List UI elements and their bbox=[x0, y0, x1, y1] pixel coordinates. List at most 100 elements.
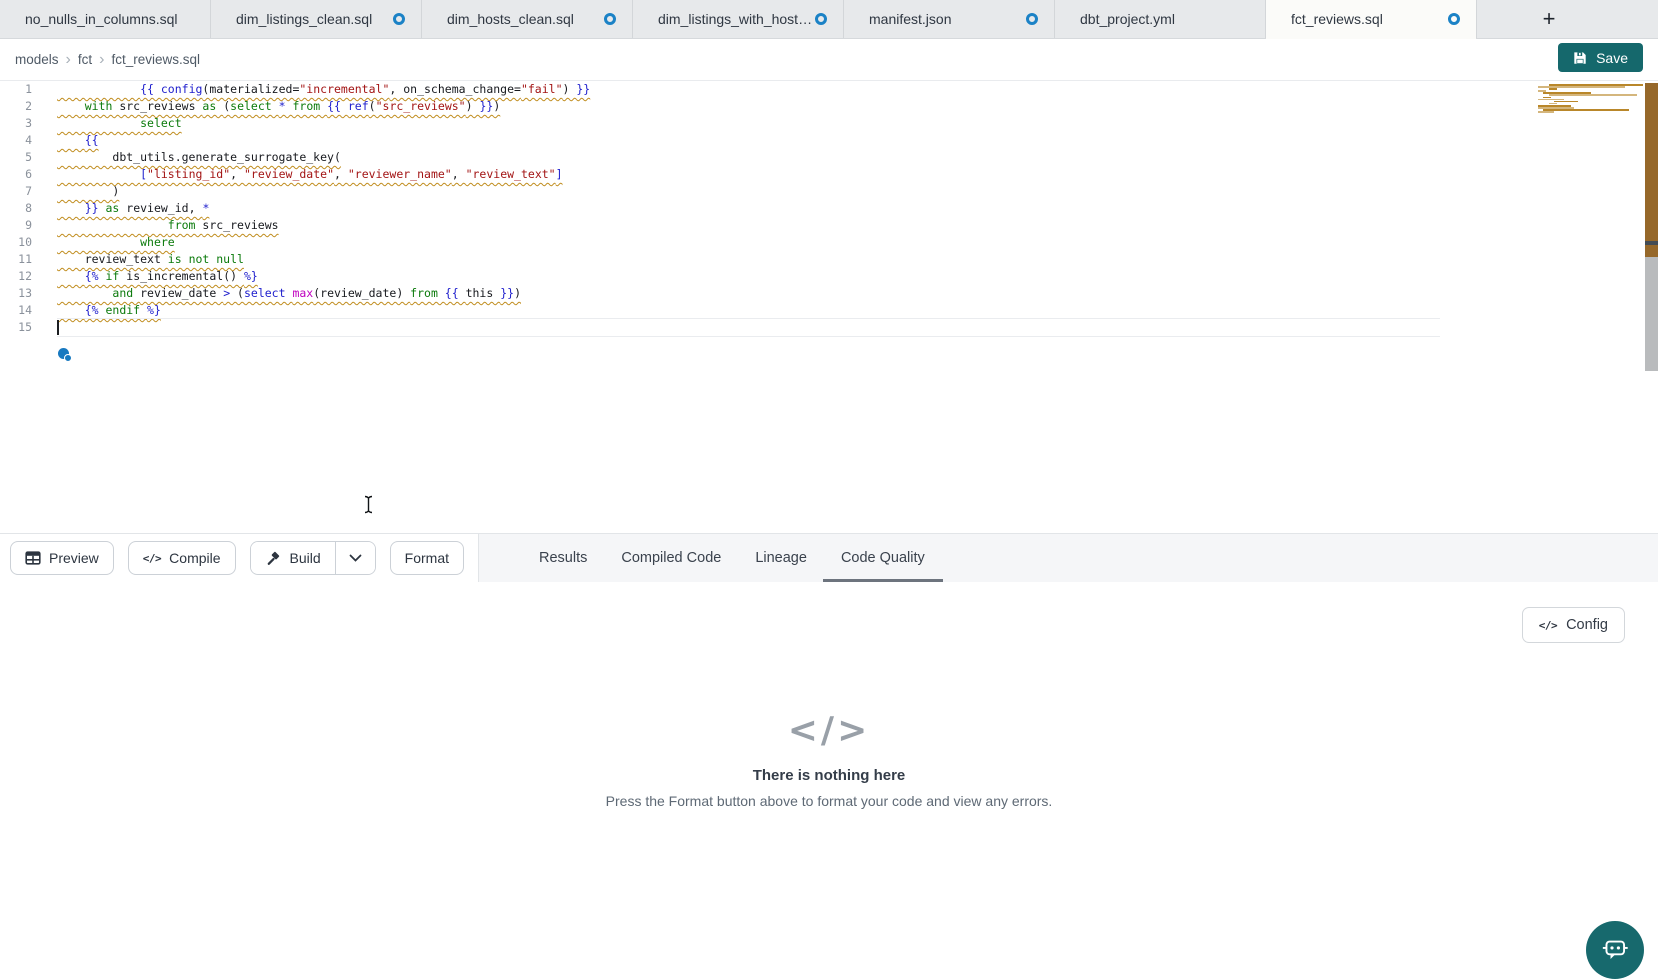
line-number: 14 bbox=[0, 302, 32, 319]
code-area: 1 {{ config(materialized="incremental", … bbox=[0, 81, 1658, 336]
minimap-line bbox=[1549, 88, 1558, 90]
compile-button[interactable]: </> Compile bbox=[128, 541, 236, 575]
code-line-text: select bbox=[57, 115, 1440, 132]
panel-tab-code-quality[interactable]: Code Quality bbox=[841, 534, 925, 582]
line-number: 4 bbox=[0, 132, 32, 149]
code-line-text bbox=[57, 319, 1440, 336]
code-line-text: from src_reviews bbox=[57, 217, 1440, 234]
chevron-right-icon: › bbox=[66, 52, 71, 68]
panel-tab-lineage[interactable]: Lineage bbox=[755, 534, 807, 582]
line-number: 1 bbox=[0, 81, 32, 98]
line-number: 7 bbox=[0, 183, 32, 200]
unsaved-changes-icon bbox=[393, 13, 405, 25]
hammer-icon bbox=[265, 550, 282, 567]
editor-tab-bar: no_nulls_in_columns.sql dim_listings_clea… bbox=[0, 0, 1658, 39]
line-number: 6 bbox=[0, 166, 32, 183]
text-cursor bbox=[57, 320, 59, 335]
line-number: 13 bbox=[0, 285, 32, 302]
preview-button[interactable]: Preview bbox=[10, 541, 114, 575]
overview-cursor-marker bbox=[1645, 241, 1658, 245]
code-line-text: ["listing_id", "review_date", "reviewer_… bbox=[57, 166, 1440, 183]
save-label: Save bbox=[1596, 50, 1628, 66]
code-line[interactable]: 8 }} as review_id, * bbox=[0, 200, 1658, 217]
quick-fix-icon[interactable] bbox=[58, 348, 69, 359]
unsaved-changes-icon bbox=[604, 13, 616, 25]
code-line[interactable]: 6 ["listing_id", "review_date", "reviewe… bbox=[0, 166, 1658, 183]
build-button[interactable]: Build bbox=[251, 542, 335, 574]
code-line[interactable]: 11 review_text is not null bbox=[0, 251, 1658, 268]
code-line[interactable]: 2 with src_reviews as (select * from {{ … bbox=[0, 98, 1658, 115]
code-editor[interactable]: 1 {{ config(materialized="incremental", … bbox=[0, 81, 1658, 533]
editor-tab[interactable]: manifest.json bbox=[844, 0, 1055, 38]
breadcrumb-segment[interactable]: models bbox=[15, 52, 59, 67]
editor-tab[interactable]: fct_reviews.sql bbox=[1266, 0, 1477, 38]
line-number: 10 bbox=[0, 234, 32, 251]
overview-warning-marker bbox=[1645, 245, 1658, 257]
chevron-right-icon: › bbox=[99, 52, 104, 68]
panel-body: </> Config </> There is nothing here Pre… bbox=[0, 582, 1658, 957]
save-button[interactable]: Save bbox=[1558, 43, 1643, 72]
code-line[interactable]: 1 {{ config(materialized="incremental", … bbox=[0, 81, 1658, 98]
new-tab-button[interactable]: + bbox=[1528, 0, 1570, 38]
overview-warning-marker bbox=[1645, 83, 1658, 241]
unsaved-changes-icon bbox=[815, 13, 827, 25]
code-line[interactable]: 5 dbt_utils.generate_surrogate_key( bbox=[0, 149, 1658, 166]
toolbar-buttons: Preview </> Compile Build bbox=[0, 534, 464, 582]
chatbot-button[interactable] bbox=[1586, 921, 1644, 979]
code-line[interactable]: 14 {% endif %} bbox=[0, 302, 1658, 319]
unsaved-changes-icon bbox=[1026, 13, 1038, 25]
code-line[interactable]: 3 select bbox=[0, 115, 1658, 132]
line-number: 12 bbox=[0, 268, 32, 285]
config-button[interactable]: </> Config bbox=[1522, 607, 1625, 643]
line-number: 5 bbox=[0, 149, 32, 166]
code-line[interactable]: 7 ) bbox=[0, 183, 1658, 200]
code-line[interactable]: 15 bbox=[0, 319, 1658, 336]
code-line-text: ) bbox=[57, 183, 1440, 200]
tab-label: dim_listings_with_hosts.sql bbox=[658, 11, 815, 27]
tab-label: fct_reviews.sql bbox=[1291, 11, 1383, 27]
line-number: 3 bbox=[0, 115, 32, 132]
code-line-text: where bbox=[57, 234, 1440, 251]
chevron-down-icon bbox=[349, 554, 362, 563]
scrollbar-thumb[interactable] bbox=[1645, 83, 1658, 371]
tab-label: dim_hosts_clean.sql bbox=[447, 11, 574, 27]
tab-label: dim_listings_clean.sql bbox=[236, 11, 372, 27]
editor-tab[interactable]: dim_listings_clean.sql bbox=[211, 0, 422, 38]
build-dropdown-button[interactable] bbox=[335, 542, 375, 574]
code-line[interactable]: 9 from src_reviews bbox=[0, 217, 1658, 234]
breadcrumb-segment[interactable]: fct bbox=[78, 52, 92, 67]
panel-tab-strip: Results Compiled Code Lineage Code Quality bbox=[478, 534, 1658, 582]
code-line-text: and review_date > (select max(review_dat… bbox=[57, 285, 1440, 302]
editor-tab[interactable]: dbt_project.yml bbox=[1055, 0, 1266, 38]
file-header-bar: models › fct › fct_reviews.sql Save bbox=[0, 39, 1658, 81]
table-icon bbox=[25, 550, 41, 566]
editor-tab[interactable]: dim_hosts_clean.sql bbox=[422, 0, 633, 38]
code-line-text: {{ config(materialized="incremental", on… bbox=[57, 81, 1440, 98]
build-split-button: Build bbox=[250, 541, 376, 575]
unsaved-changes-icon bbox=[1448, 13, 1460, 25]
mouse-ibeam-cursor bbox=[362, 495, 375, 519]
editor-tab[interactable]: dim_listings_with_hosts.sql bbox=[633, 0, 844, 38]
code-slash-icon: </> bbox=[0, 710, 1658, 751]
format-button[interactable]: Format bbox=[390, 541, 464, 575]
breadcrumb-segment[interactable]: fct_reviews.sql bbox=[111, 52, 200, 67]
code-line[interactable]: 4 {{ bbox=[0, 132, 1658, 149]
code-line-text: with src_reviews as (select * from {{ re… bbox=[57, 98, 1440, 115]
code-line-text: dbt_utils.generate_surrogate_key( bbox=[57, 149, 1440, 166]
config-label: Config bbox=[1566, 617, 1608, 633]
line-number: 11 bbox=[0, 251, 32, 268]
breadcrumb: models › fct › fct_reviews.sql bbox=[15, 52, 200, 68]
code-icon: </> bbox=[1539, 619, 1557, 632]
code-line[interactable]: 10 where bbox=[0, 234, 1658, 251]
tab-label: no_nulls_in_columns.sql bbox=[25, 11, 178, 27]
code-line[interactable]: 12 {% if is_incremental() %} bbox=[0, 268, 1658, 285]
panel-tab-results[interactable]: Results bbox=[539, 534, 587, 582]
minimap[interactable] bbox=[1532, 84, 1644, 113]
code-line-text: review_text is not null bbox=[57, 251, 1440, 268]
bottom-panel: Preview </> Compile Build bbox=[0, 533, 1658, 957]
editor-tab[interactable]: no_nulls_in_columns.sql bbox=[0, 0, 211, 38]
panel-tab-compiled-code[interactable]: Compiled Code bbox=[621, 534, 721, 582]
code-line[interactable]: 13 and review_date > (select max(review_… bbox=[0, 285, 1658, 302]
code-line-text: {% if is_incremental() %} bbox=[57, 268, 1440, 285]
minimap-line bbox=[1538, 111, 1554, 113]
